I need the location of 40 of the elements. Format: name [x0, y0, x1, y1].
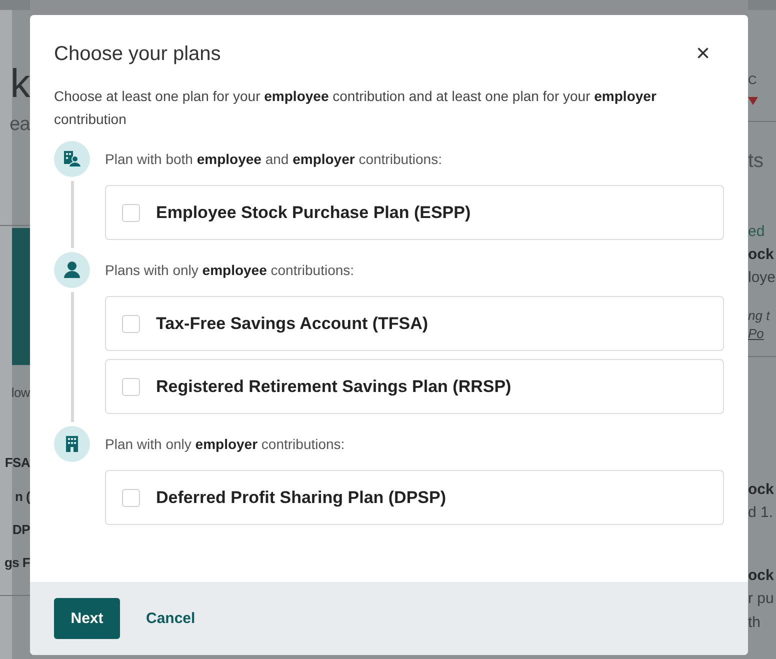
intro-text: Choose at least one plan for your employee contribution and at least one plan for your employer contribution	[54, 87, 658, 129]
text-fragment: n (	[15, 488, 30, 506]
text-fragment: ock	[748, 480, 774, 500]
next-button[interactable]: Next	[54, 598, 120, 639]
text-fragment: r pu	[748, 589, 774, 609]
checkbox[interactable]	[122, 314, 140, 332]
text-fragment: loye	[748, 268, 776, 288]
text-fragment: ea	[9, 113, 30, 137]
text-fragment: d 1.	[748, 503, 774, 523]
plan-option[interactable]: Tax-Free Savings Account (TFSA)	[105, 296, 724, 351]
text-fragment: DP	[12, 521, 30, 539]
plan-option[interactable]: Registered Retirement Savings Plan (RRSP)	[105, 359, 724, 414]
down-triangle-icon	[748, 97, 758, 105]
checkbox[interactable]	[122, 488, 140, 506]
person-icon	[61, 259, 83, 281]
checkbox[interactable]	[122, 378, 140, 396]
text-fragment: k	[10, 61, 30, 108]
text-fragment: ock	[748, 245, 774, 265]
plan-label: Deferred Profit Sharing Plan (DPSP)	[156, 488, 446, 508]
text-fragment: ng t	[748, 307, 770, 325]
text-fragment: ock	[748, 566, 774, 586]
text-fragment: ts	[748, 149, 764, 173]
plan-label: Tax-Free Savings Account (TFSA)	[156, 314, 428, 334]
close-button[interactable]: ×	[692, 42, 724, 66]
text-fragment: FSA	[4, 454, 30, 472]
checkbox[interactable]	[122, 204, 140, 222]
plan-label: Employee Stock Purchase Plan (ESPP)	[156, 202, 471, 222]
dialog-title: Choose your plans	[54, 42, 221, 66]
group-heading: Plan with both employee and employer contributions:	[105, 150, 443, 169]
plan-option[interactable]: Employee Stock Purchase Plan (ESPP)	[105, 185, 724, 240]
plan-option[interactable]: Deferred Profit Sharing Plan (DPSP)	[105, 470, 724, 525]
text-fragment: C	[748, 72, 757, 88]
text-fragment: low	[11, 384, 30, 402]
text-fragment: gs F	[4, 554, 30, 572]
text-fragment: th	[748, 613, 761, 633]
group-heading: Plan with only employer contributions:	[105, 435, 346, 454]
plan-label: Registered Retirement Savings Plan (RRSP)	[156, 376, 512, 396]
text-fragment: ed	[748, 222, 765, 242]
cancel-button[interactable]: Cancel	[146, 610, 196, 627]
group-heading: Plans with only employee contributions:	[105, 261, 356, 280]
